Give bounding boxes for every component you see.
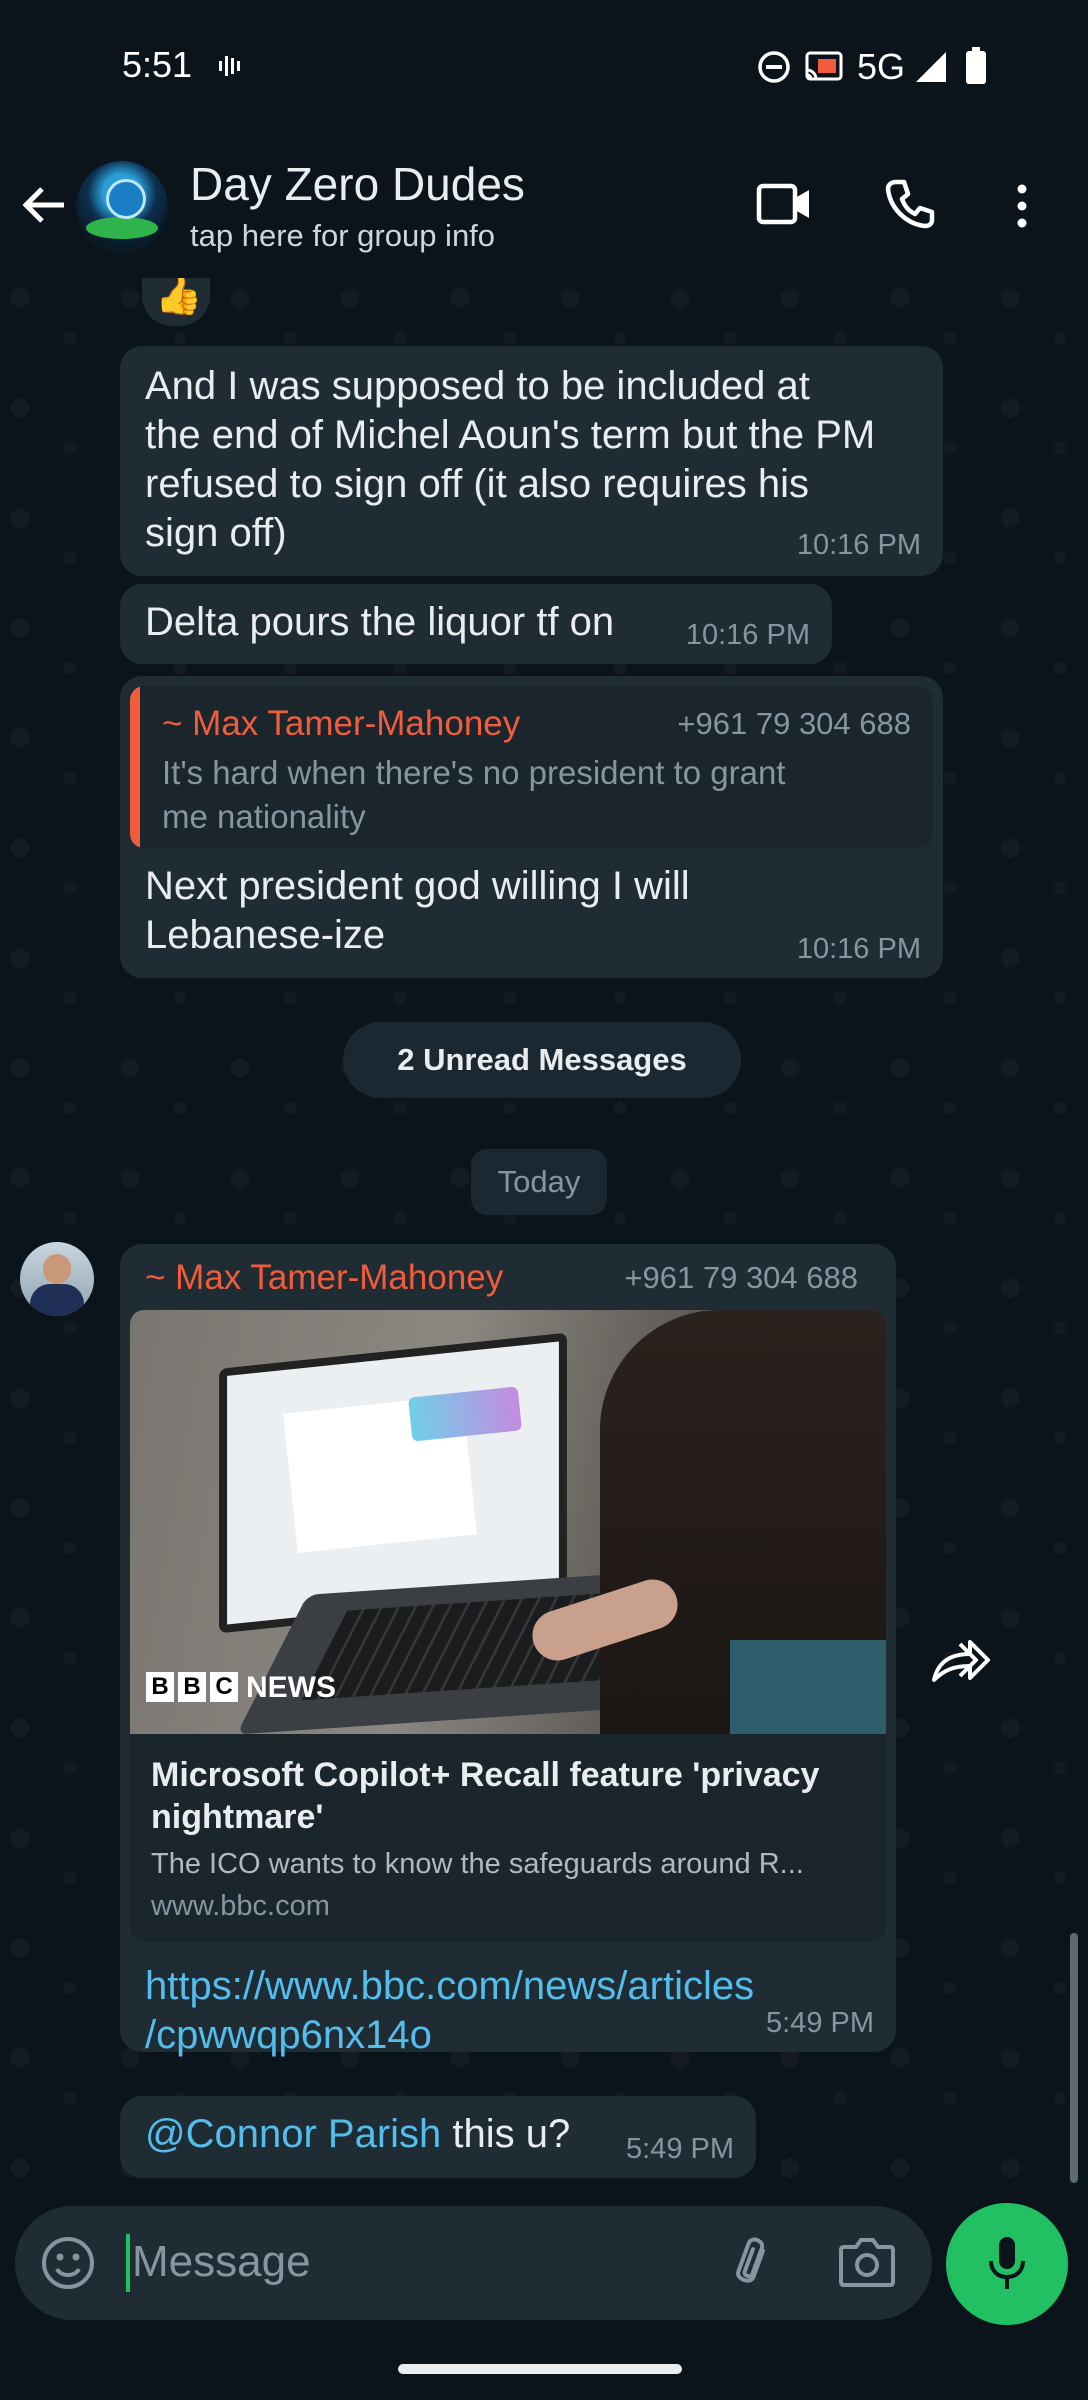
back-arrow-icon[interactable] [20, 181, 68, 229]
message-bubble[interactable]: Delta pours the liquor tf on 10:16 PM [120, 584, 832, 664]
message-text: @Connor Parish this u? [145, 2110, 570, 2159]
message-text-line: the end of Michel Aoun's term but the PM [145, 413, 876, 457]
more-options-icon[interactable] [1010, 182, 1034, 230]
preview-description: The ICO wants to know the safeguards aro… [151, 1848, 804, 1880]
thumbs-up-emoji: 👍 [155, 278, 203, 317]
message-time: 10:16 PM [796, 933, 921, 965]
battery-icon [965, 47, 987, 85]
cast-icon [804, 50, 844, 84]
preview-domain: www.bbc.com [151, 1890, 330, 1922]
quote-sender: ~ Max Tamer-Mahoney [162, 704, 521, 743]
emoji-icon[interactable] [40, 2235, 96, 2291]
voice-call-icon[interactable] [884, 178, 936, 230]
sender-phone: +961 79 304 688 [624, 1260, 858, 1295]
quoted-message[interactable]: ~ Max Tamer-Mahoney +961 79 304 688 It's… [130, 686, 933, 848]
camera-icon[interactable] [838, 2235, 896, 2289]
chat-title[interactable]: Day Zero Dudes [190, 157, 525, 211]
text-cursor [126, 2234, 130, 2292]
message-body: this u? [441, 2112, 571, 2156]
message-time: 5:49 PM [626, 2133, 734, 2165]
message-text-line: sign off) [145, 511, 287, 555]
quote-text-line: me nationality [162, 798, 366, 835]
unread-messages-separator: 2 Unread Messages [343, 1022, 741, 1098]
message-input[interactable]: Message [132, 2237, 311, 2287]
message-sender[interactable]: ~ Max Tamer-Mahoney [145, 1258, 503, 1298]
quote-text-line: It's hard when there's no president to g… [162, 754, 786, 791]
quote-accent-bar [130, 686, 140, 848]
url-link-line[interactable]: /cpwwqp6nx14o [145, 2011, 432, 2060]
video-call-icon[interactable] [756, 180, 812, 228]
preview-title-line: nightmare' [151, 1798, 324, 1836]
message-time: 10:16 PM [796, 529, 921, 561]
bbc-logo: B B C NEWS [146, 1672, 336, 1704]
microphone-icon [987, 2233, 1027, 2295]
sender-avatar[interactable] [20, 1242, 94, 1316]
message-text-line: Next president god willing I will [145, 864, 690, 908]
reply-message-bubble[interactable]: ~ Max Tamer-Mahoney +961 79 304 688 It's… [120, 676, 943, 978]
url-link-line[interactable]: https://www.bbc.com/news/articles [145, 1962, 754, 2011]
group-avatar[interactable] [76, 161, 168, 253]
link-message-bubble[interactable]: ~ Max Tamer-Mahoney +961 79 304 688 BBCN… [120, 1244, 896, 2057]
quote-phone: +961 79 304 688 [677, 706, 911, 741]
message-bubble[interactable]: @Connor Parish this u? 5:49 PM [120, 2096, 756, 2178]
news-brand: NEWS [246, 1671, 336, 1704]
message-text-line: refused to sign off (it also requires hi… [145, 462, 810, 506]
signal-icon [914, 50, 948, 84]
chat-subtitle[interactable]: tap here for group info [190, 218, 495, 254]
unread-messages-label: 2 Unread Messages [397, 1042, 687, 1077]
status-time: 5:51 [122, 44, 193, 85]
message-time: 10:16 PM [685, 619, 810, 651]
message-text-line: And I was supposed to be included at [145, 364, 810, 408]
link-preview-image[interactable]: B B C NEWS [130, 1310, 886, 1734]
mention-link[interactable]: @Connor Parish [145, 2112, 441, 2156]
link-preview-card[interactable]: B B C NEWS Microsoft Copilot+ Recall featur… [130, 1310, 886, 1942]
preview-title-line: Microsoft Copilot+ Recall feature 'priva… [151, 1756, 820, 1794]
chat-area[interactable]: 👍 And I was supposed to be included at t… [0, 278, 1088, 2200]
vibrate-icon [217, 52, 245, 80]
message-time: 5:49 PM [766, 2007, 874, 2039]
scrollbar[interactable] [1070, 1933, 1078, 2183]
network-type: 5G [857, 46, 906, 87]
do-not-disturb-icon [757, 50, 791, 84]
date-label: Today [497, 1164, 581, 1199]
message-bubble[interactable]: And I was supposed to be included at the… [120, 346, 943, 576]
date-separator: Today [471, 1149, 607, 1215]
home-indicator[interactable] [398, 2364, 682, 2374]
attach-icon[interactable] [728, 2233, 772, 2293]
message-text-line: Lebanese-ize [145, 913, 386, 957]
message-text: Delta pours the liquor tf on [145, 600, 615, 644]
forward-icon[interactable] [930, 1638, 992, 1688]
